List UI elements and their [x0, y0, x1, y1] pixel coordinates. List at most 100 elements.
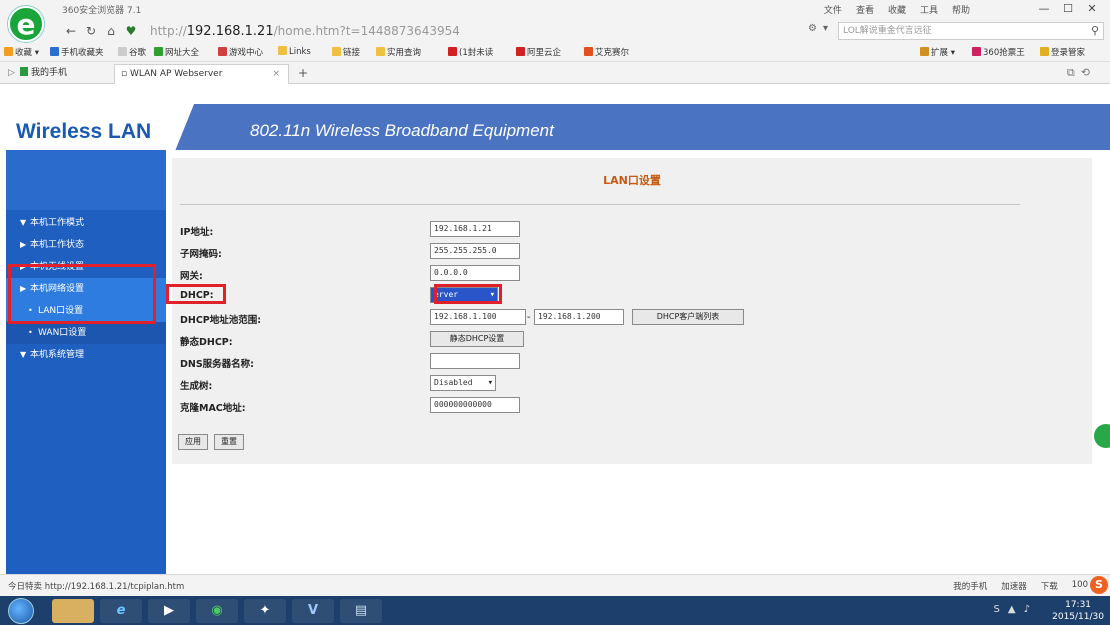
url-actions: ⚙ ▾ — [808, 23, 828, 34]
explorer-icon[interactable] — [52, 599, 94, 623]
bookmark-item[interactable]: 艾克赛尔 — [584, 46, 629, 58]
mail-icon — [516, 47, 525, 56]
search-icon[interactable]: ⚲ — [1091, 23, 1099, 39]
stp-label: 生成树: — [180, 381, 213, 392]
bookmark-item[interactable]: 手机收藏夹 — [50, 46, 104, 58]
network-icon[interactable]: ▲ — [1008, 604, 1016, 615]
expand-icon: ▼ — [20, 350, 27, 359]
dhcp-range-end-input[interactable]: 192.168.1.200 — [534, 309, 624, 325]
stp-value: Disabled — [434, 378, 473, 387]
bookmark-item[interactable]: Links — [278, 46, 311, 57]
browser-360-icon[interactable]: ◉ — [196, 599, 238, 623]
network-tool-icon[interactable]: ✦ — [244, 599, 286, 623]
sogou-input-icon[interactable]: S — [1090, 576, 1108, 594]
sidebar-item-work-status[interactable]: ▶ 本机工作状态 — [6, 234, 166, 256]
bookmark-item[interactable]: 谷歌 — [118, 46, 146, 58]
ie-icon[interactable]: e — [100, 599, 142, 623]
floating-widget-icon[interactable] — [1094, 424, 1110, 448]
dhcp-label: DHCP: — [180, 290, 214, 301]
bookmark-item[interactable]: 360抢票王 — [972, 46, 1025, 58]
bookmark-item[interactable]: 登录管家 — [1040, 46, 1085, 58]
new-tab-icon[interactable]: + — [292, 64, 314, 84]
home-icon[interactable]: ⌂ — [104, 23, 118, 39]
menu-tools[interactable]: 工具 — [920, 3, 938, 16]
tab-my-phone[interactable]: 我的手机 — [14, 64, 104, 84]
page-title: LAN口设置 — [603, 174, 661, 187]
stp-select[interactable]: Disabled ▾ — [430, 375, 496, 391]
media-player-icon[interactable]: ▶ — [148, 599, 190, 623]
bookmark-item[interactable]: 阿里云企 — [516, 46, 561, 58]
bookmark-item[interactable]: 实用查询 — [376, 46, 421, 58]
page-icon: ▫ — [121, 69, 130, 79]
zoom-level[interactable]: 100 — [1072, 580, 1088, 592]
dhcp-range-start-input[interactable]: 192.168.1.100 — [430, 309, 526, 325]
status-accelerator[interactable]: 加速器 — [1001, 580, 1027, 592]
visio-icon[interactable]: V — [292, 599, 334, 623]
static-dhcp-label: 静态DHCP: — [180, 337, 233, 348]
dns-name-input[interactable] — [430, 353, 520, 369]
apply-button[interactable]: 应用 — [178, 434, 208, 450]
title-menu: 文件 查看 收藏 工具 帮助 — [824, 3, 970, 16]
dhcp-mode-select[interactable]: erver ▾ — [430, 287, 498, 303]
start-button[interactable] — [8, 598, 34, 624]
minimize-icon[interactable]: — — [1032, 0, 1056, 18]
bookmark-item[interactable]: 收藏 ▾ — [4, 46, 39, 58]
mail-icon — [448, 47, 457, 56]
menu-view[interactable]: 查看 — [856, 3, 874, 16]
menu-favorites[interactable]: 收藏 — [888, 3, 906, 16]
status-download[interactable]: 下载 — [1041, 580, 1058, 592]
bullet-icon: • — [28, 328, 33, 337]
key-icon — [1040, 47, 1049, 56]
subnet-mask-input[interactable]: 255.255.255.0 — [430, 243, 520, 259]
ip-address-input[interactable]: 192.168.1.21 — [430, 221, 520, 237]
refresh-icon[interactable]: ↻ — [84, 23, 98, 39]
clock-time: 17:31 — [1065, 600, 1092, 610]
bookmark-item[interactable]: (1封未读 — [448, 46, 493, 58]
menu-help[interactable]: 帮助 — [952, 3, 970, 16]
bookmark-item[interactable]: 网址大全 — [154, 46, 199, 58]
range-separator: - — [527, 312, 531, 323]
hover-url: http://192.168.1.21/tcpiplan.htm — [44, 582, 185, 592]
clone-mac-input[interactable]: 000000000000 — [430, 397, 520, 413]
status-phone[interactable]: 我的手机 — [953, 580, 987, 592]
game-icon — [218, 47, 227, 56]
maximize-icon[interactable]: ☐ — [1056, 0, 1080, 18]
settings-icon[interactable]: ⚙ — [808, 23, 817, 34]
bookmark-item[interactable]: 游戏中心 — [218, 46, 263, 58]
sidebar-item-wan[interactable]: • WAN口设置 — [6, 322, 166, 344]
menu-file[interactable]: 文件 — [824, 3, 842, 16]
url-field[interactable]: http://192.168.1.21/home.htm?t=144887364… — [150, 22, 800, 40]
ip-label: IP地址: — [180, 227, 214, 238]
search-input[interactable]: LOL解说重金代言远征 ⚲ — [838, 22, 1104, 40]
dhcp-client-list-button[interactable]: DHCP客户端列表 — [632, 309, 744, 325]
dns-name-label: DNS服务器名称: — [180, 359, 254, 370]
sidebar-item-network[interactable]: ▶ 本机网络设置 — [6, 278, 166, 300]
sidebar-item-work-mode[interactable]: ▼ 本机工作模式 — [6, 212, 166, 234]
bullet-icon: • — [28, 306, 33, 315]
dropdown-icon[interactable]: ▾ — [823, 23, 828, 34]
phone-icon — [20, 67, 28, 76]
document-icon[interactable]: ▤ — [340, 599, 382, 623]
expand-icon: ▼ — [20, 218, 27, 227]
close-tab-icon[interactable]: × — [272, 65, 280, 83]
ime-icon[interactable]: S — [994, 604, 1000, 615]
url-path: /home.htm?t=1448873643954 — [273, 24, 460, 38]
browser-titlebar: 360安全浏览器 7.1 文件 查看 收藏 工具 帮助 — ☐ ✕ — [0, 0, 1110, 20]
taskbar-clock[interactable]: 17:31 2015/11/30 — [1052, 599, 1104, 623]
static-dhcp-button[interactable]: 静态DHCP设置 — [430, 331, 524, 347]
sidebar-item-wireless[interactable]: ▶ 本机无线设置 — [6, 256, 166, 278]
sidebar-item-system[interactable]: ▼ 本机系统管理 — [6, 344, 166, 366]
restore-icon[interactable]: ⧉⟲ — [1067, 66, 1096, 80]
bookmark-item[interactable]: 链接 — [332, 46, 360, 58]
close-icon[interactable]: ✕ — [1080, 0, 1104, 18]
gateway-input[interactable]: 0.0.0.0 — [430, 265, 520, 281]
bookmark-item[interactable]: 扩展 ▾ — [920, 46, 955, 58]
sale-label[interactable]: 今日特卖 — [8, 582, 42, 592]
volume-icon[interactable]: ♪ — [1024, 604, 1030, 615]
back-icon[interactable]: ← — [64, 23, 78, 39]
reset-button[interactable]: 重置 — [214, 434, 244, 450]
shield-icon[interactable]: ♥ — [124, 23, 138, 39]
collapse-icon: ▶ — [20, 240, 27, 249]
folder-icon — [278, 46, 287, 55]
sidebar-item-lan[interactable]: • LAN口设置 — [6, 300, 166, 322]
